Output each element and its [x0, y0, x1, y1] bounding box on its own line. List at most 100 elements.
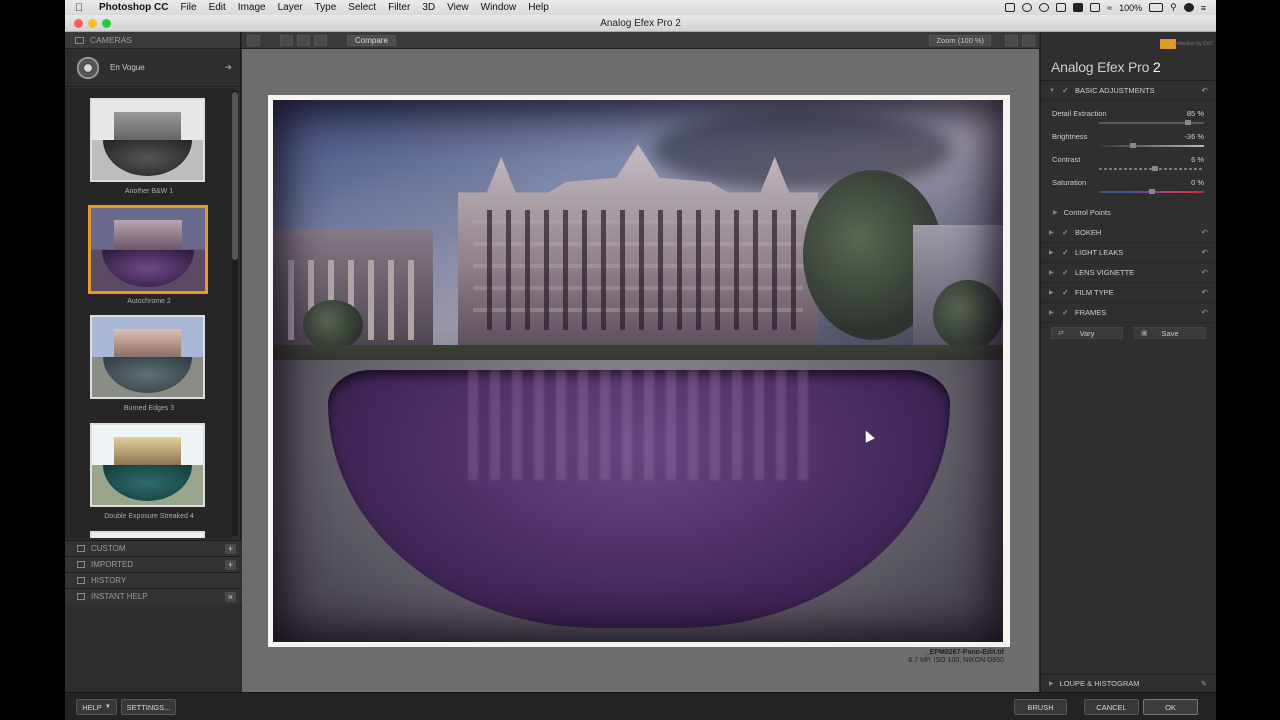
current-camera-style[interactable]: En Vogue ➜: [65, 49, 240, 87]
scrollbar-thumb[interactable]: [232, 92, 238, 260]
menu-filter[interactable]: Filter: [382, 2, 416, 13]
cancel-button[interactable]: CANCEL: [1084, 699, 1139, 715]
battery-percent[interactable]: 100%: [1119, 3, 1142, 13]
slider-detail-extraction[interactable]: Detail Extraction 85 %: [1041, 105, 1216, 128]
slider-knob[interactable]: [1185, 120, 1192, 125]
slider-brightness[interactable]: Brightness -36 %: [1041, 128, 1216, 151]
pin-icon[interactable]: ✎: [1201, 679, 1207, 688]
control-points-toggle[interactable]: ▶ Control Points: [1041, 201, 1216, 223]
notification-center-icon[interactable]: ≡: [1201, 3, 1206, 13]
slider-track[interactable]: [1099, 143, 1204, 148]
add-custom-button[interactable]: +: [225, 543, 236, 554]
apple-icon[interactable]: : [65, 2, 93, 14]
reset-icon[interactable]: ↶: [1201, 288, 1208, 297]
help-button[interactable]: HELP ▼: [76, 699, 117, 715]
menu-select[interactable]: Select: [342, 2, 382, 13]
menu-file[interactable]: File: [174, 2, 202, 13]
expand-triangle-icon[interactable]: ▶: [1049, 249, 1057, 256]
section-imported[interactable]: IMPORTED +: [65, 556, 241, 572]
slider-track[interactable]: [1099, 189, 1204, 194]
side-by-side-icon[interactable]: [314, 34, 327, 46]
slider-saturation[interactable]: Saturation 0 %: [1041, 174, 1216, 197]
cameras-header[interactable]: CAMERAS: [65, 32, 240, 49]
screen-record-icon[interactable]: [1005, 3, 1016, 12]
collapse-triangle-icon[interactable]: ▼: [1049, 88, 1057, 94]
preview-canvas[interactable]: _EPM0267-Pano-Edit.tif 6.7 MP, ISO 100, …: [242, 49, 1039, 692]
reset-icon[interactable]: ↶: [1201, 228, 1208, 237]
reset-icon[interactable]: ↶: [1201, 308, 1208, 317]
display-icon[interactable]: [1056, 3, 1067, 12]
add-imported-button[interactable]: +: [225, 559, 236, 570]
section-frames[interactable]: ▶ ✓ FRAMES ↶: [1041, 303, 1216, 323]
expand-triangle-icon[interactable]: ▶: [1049, 309, 1057, 316]
menu-edit[interactable]: Edit: [203, 2, 232, 13]
menu-app[interactable]: Photoshop CC: [93, 2, 174, 13]
section-loupe-histogram[interactable]: ▶ LOUPE & HISTOGRAM ✎: [1041, 674, 1216, 692]
hide-panel-right-icon[interactable]: [1022, 34, 1035, 46]
background-color-icon[interactable]: [1005, 34, 1018, 46]
compare-button[interactable]: Compare: [347, 34, 396, 46]
slider-knob[interactable]: [1129, 143, 1136, 148]
reset-icon[interactable]: ↶: [1201, 268, 1208, 277]
menu-3d[interactable]: 3D: [416, 2, 441, 13]
presets-scrollbar[interactable]: [232, 90, 238, 536]
sync-icon[interactable]: [1039, 3, 1050, 12]
menu-image[interactable]: Image: [232, 2, 272, 13]
single-view-icon[interactable]: [280, 34, 293, 46]
enable-checkmark-icon[interactable]: ✓: [1062, 268, 1070, 277]
expand-triangle-icon[interactable]: ▶: [1049, 289, 1057, 296]
enable-checkmark-icon[interactable]: ✓: [1062, 248, 1070, 257]
creative-cloud-icon[interactable]: [1022, 3, 1033, 12]
menu-layer[interactable]: Layer: [272, 2, 309, 13]
enable-checkmark-icon[interactable]: ✓: [1062, 308, 1070, 317]
expand-triangle-icon[interactable]: ▶: [1049, 229, 1057, 236]
bluetooth-icon[interactable]: [1090, 3, 1101, 12]
zoom-dropdown[interactable]: Zoom (100 %): [929, 34, 991, 46]
hide-panel-left-icon[interactable]: [247, 34, 260, 46]
section-light-leaks[interactable]: ▶ ✓ LIGHT LEAKS ↶: [1041, 243, 1216, 263]
reset-icon[interactable]: ↶: [1201, 86, 1208, 95]
slider-value[interactable]: 6 %: [1191, 155, 1204, 164]
settings-button[interactable]: SETTINGS...: [121, 699, 176, 715]
slider-value[interactable]: 85 %: [1187, 109, 1204, 118]
wifi-icon[interactable]: ≈: [1107, 3, 1112, 13]
slider-track[interactable]: [1099, 120, 1204, 125]
vary-button[interactable]: ⇄ Vary: [1051, 327, 1123, 339]
zoom-window-button[interactable]: [102, 19, 111, 28]
slider-value[interactable]: -36 %: [1184, 132, 1204, 141]
section-film-type[interactable]: ▶ ✓ FILM TYPE ↶: [1041, 283, 1216, 303]
brush-button[interactable]: BRUSH: [1014, 699, 1067, 715]
close-window-button[interactable]: [74, 19, 83, 28]
expand-triangle-icon[interactable]: ▶: [1049, 680, 1054, 687]
spotlight-icon[interactable]: ⚲: [1170, 2, 1177, 13]
section-bokeh[interactable]: ▶ ✓ BOKEH ↶: [1041, 223, 1216, 243]
battery-icon[interactable]: [1149, 3, 1164, 12]
slider-contrast[interactable]: Contrast 6 %: [1041, 151, 1216, 174]
menu-view[interactable]: View: [441, 2, 475, 13]
arrow-right-icon[interactable]: ➜: [224, 62, 232, 73]
save-preset-button[interactable]: ▣ Save: [1134, 327, 1206, 339]
reset-icon[interactable]: ↶: [1201, 248, 1208, 257]
section-history[interactable]: HISTORY: [65, 572, 241, 588]
slider-value[interactable]: 0 %: [1191, 178, 1204, 187]
menu-type[interactable]: Type: [309, 2, 343, 13]
section-custom[interactable]: CUSTOM +: [65, 540, 241, 556]
menu-help[interactable]: Help: [522, 2, 555, 13]
section-instant-help[interactable]: INSTANT HELP ×: [65, 588, 241, 604]
split-view-icon[interactable]: [297, 34, 310, 46]
slider-knob[interactable]: [1148, 189, 1155, 194]
photo-preview[interactable]: [268, 95, 1010, 647]
siri-icon[interactable]: [1183, 3, 1194, 12]
minimize-window-button[interactable]: [88, 19, 97, 28]
battery-app-icon[interactable]: [1073, 3, 1084, 12]
enable-checkmark-icon[interactable]: ✓: [1062, 288, 1070, 297]
expand-triangle-icon[interactable]: ▶: [1049, 269, 1057, 276]
menu-window[interactable]: Window: [475, 2, 523, 13]
slider-track[interactable]: [1099, 166, 1204, 171]
enable-checkmark-icon[interactable]: ✓: [1062, 228, 1070, 237]
section-basic-adjustments[interactable]: ▼ ✓ BASIC ADJUSTMENTS ↶: [1041, 81, 1216, 101]
enable-checkmark-icon[interactable]: ✓: [1062, 86, 1070, 95]
close-help-button[interactable]: ×: [225, 591, 236, 602]
ok-button[interactable]: OK: [1143, 699, 1198, 715]
section-lens-vignette[interactable]: ▶ ✓ LENS VIGNETTE ↶: [1041, 263, 1216, 283]
